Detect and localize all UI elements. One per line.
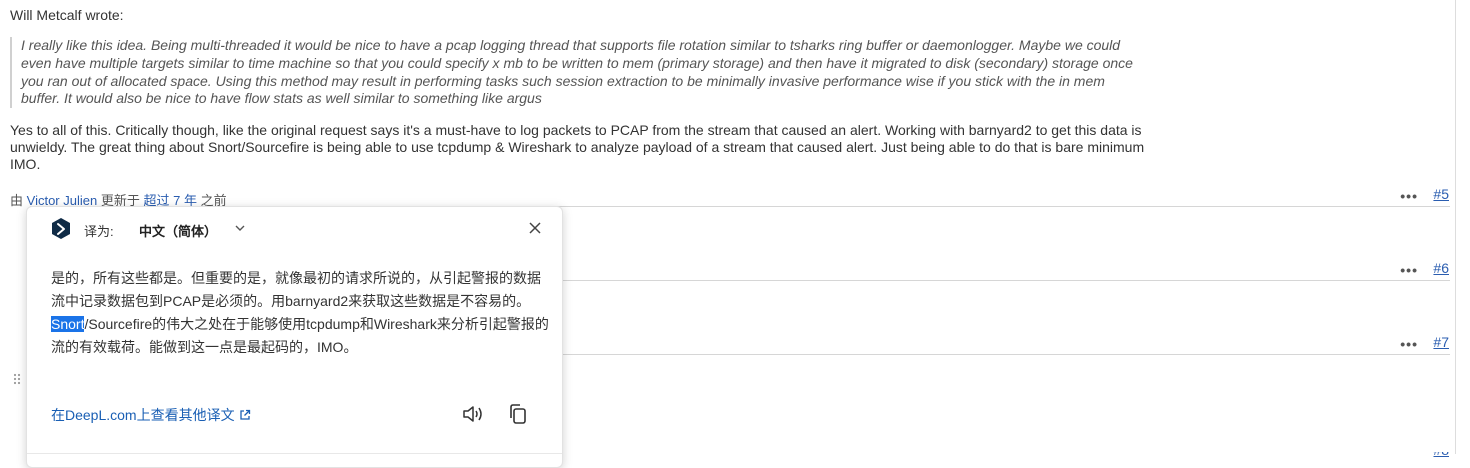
more-actions-icon[interactable]: ••• <box>1400 336 1418 352</box>
translated-text-part: /Sourcefire的伟大之处在于能够使用tcpdump和Wireshark来… <box>51 316 549 355</box>
quote-line: I really like this idea. Being multi-thr… <box>21 37 1121 53</box>
copy-icon[interactable] <box>507 403 529 425</box>
blockquote: I really like this idea. Being multi-thr… <box>10 37 1421 109</box>
reply-text: Yes to all of this. Critically though, l… <box>10 122 1430 173</box>
note-number-link[interactable]: #6 <box>1433 260 1449 276</box>
deepl-link-label: 在DeepL.com上查看其他译文 <box>51 407 235 423</box>
translate-to-label: 译为: <box>84 224 114 239</box>
chevron-down-icon[interactable] <box>233 221 247 235</box>
reply-line: Yes to all of this. Critically though, l… <box>10 122 1142 138</box>
deepl-translation-popup: 译为: 中文（简体） 是的，所有这些都是。但重要的是，就像最初的请求所说的，从引… <box>26 206 563 468</box>
meta-by: 由 <box>10 193 24 208</box>
quote-line: even have multiple targets similar to ti… <box>21 54 1133 71</box>
drag-handle-icon[interactable] <box>12 372 22 392</box>
more-actions-icon[interactable]: ••• <box>1400 262 1418 278</box>
quote-line: you ran out of allocated space. Using th… <box>21 72 1105 89</box>
quote-author: Will Metcalf wrote: <box>10 7 124 23</box>
close-icon[interactable] <box>527 220 543 236</box>
deepl-more-translations-link[interactable]: 在DeepL.com上查看其他译文 <box>51 405 251 425</box>
quote-line: buffer. It would also be nice to have fl… <box>21 90 542 107</box>
note-number-link[interactable]: #8 <box>1433 452 1449 458</box>
more-actions-icon[interactable]: ••• <box>1400 188 1418 204</box>
note-number-link[interactable]: #5 <box>1433 186 1449 202</box>
speaker-icon[interactable] <box>461 403 485 425</box>
target-language-select[interactable]: 中文（简体） <box>139 221 217 240</box>
content-border <box>1455 0 1456 454</box>
reply-line: unwieldy. The great thing about Snort/So… <box>10 139 1145 155</box>
translated-text: 是的，所有这些都是。但重要的是，就像最初的请求所说的，从引起警报的数据流中记录数… <box>51 267 551 359</box>
highlighted-word: Snort <box>51 316 85 332</box>
note-header-5: ••• #5 <box>30 186 1450 207</box>
deepl-logo-icon <box>51 218 71 240</box>
external-link-icon <box>239 408 251 420</box>
translated-text-part: 是的，所有这些都是。但重要的是，就像最初的请求所说的，从引起警报的数据流中记录数… <box>51 270 541 309</box>
reply-line: IMO. <box>10 156 41 172</box>
note-number-link[interactable]: #7 <box>1433 334 1449 350</box>
